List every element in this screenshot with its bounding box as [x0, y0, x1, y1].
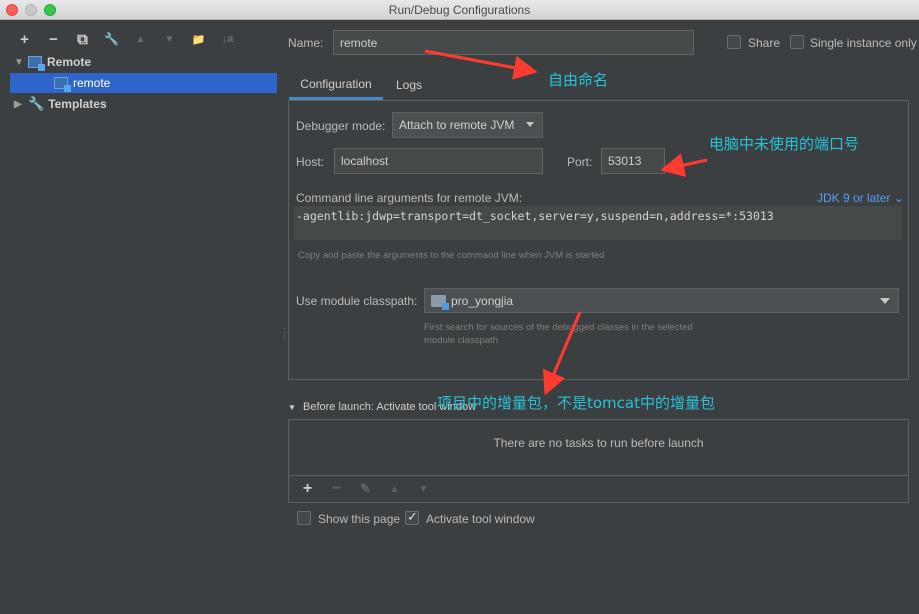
name-annotation-text: 自由命名 — [548, 71, 609, 89]
folder-icon[interactable]: 📁 — [184, 29, 213, 49]
host-label: Host: — [296, 155, 325, 169]
tab-configuration[interactable]: Configuration — [289, 70, 383, 100]
title-bar: Run/Debug Configurations — [0, 0, 919, 20]
debugger-mode-value: Attach to remote JVM — [399, 118, 515, 132]
single-instance-label: Single instance only — [810, 36, 917, 50]
activate-tool-window-checkbox[interactable] — [405, 509, 419, 525]
module-classpath-hint-line1: First search for sources of the debugged… — [424, 322, 693, 333]
remove-task-button[interactable]: − — [322, 480, 351, 498]
move-down-button[interactable]: ▼ — [155, 29, 184, 49]
module-classpath-select[interactable]: pro_yongjia — [424, 288, 899, 313]
port-input[interactable]: 53013 — [601, 148, 665, 174]
move-task-up-button[interactable]: ▲ — [380, 484, 409, 495]
activate-tool-window-label: Activate tool window — [426, 512, 535, 526]
tree-node-remote-config[interactable]: remote — [10, 73, 277, 93]
show-page-label: Show this page — [318, 512, 401, 526]
module-classpath-hint-line2: module classpath — [424, 335, 498, 346]
tree-node-label: Remote — [47, 55, 92, 69]
edit-task-pencil-icon[interactable]: ✎ — [351, 481, 380, 497]
share-checkbox[interactable] — [727, 35, 741, 49]
module-classpath-value: pro_yongjia — [451, 293, 514, 308]
single-instance-checkbox[interactable] — [790, 35, 804, 49]
collapse-arrow-icon[interactable]: ▼ — [288, 403, 296, 412]
before-launch-toolbar: + − ✎ ▲ ▼ — [288, 475, 909, 503]
window-title: Run/Debug Configurations — [388, 3, 531, 17]
config-tree: ▼ Remote remote ▶ 🔧 Templates — [10, 52, 277, 614]
show-page-checkbox[interactable] — [297, 511, 311, 525]
tree-node-label: remote — [73, 76, 111, 90]
before-launch-task-list: There are no tasks to run before launch — [288, 419, 909, 475]
add-config-button[interactable]: + — [10, 29, 39, 49]
port-annotation-text: 电脑中未使用的端口号 — [709, 135, 860, 153]
cmd-args-hint: Copy and paste the arguments to the comm… — [298, 250, 605, 261]
chevron-down-icon — [880, 297, 890, 304]
tree-node-templates[interactable]: ▶ 🔧 Templates — [14, 94, 277, 114]
copy-config-button[interactable]: ⧉ — [68, 29, 97, 49]
wrench-icon: 🔧 — [28, 96, 45, 111]
debugger-mode-label: Debugger mode: — [296, 119, 386, 133]
share-label: Share — [748, 36, 781, 50]
remote-config-icon — [28, 56, 45, 71]
port-label: Port: — [567, 155, 593, 169]
classpath-annotation-text: 项目中的增量包，不是tomcat中的增量包 — [437, 394, 715, 412]
before-launch-empty-text: There are no tasks to run before launch — [493, 436, 704, 450]
cmd-args-label: Command line arguments for remote JVM: — [296, 191, 523, 205]
wrench-icon[interactable]: 🔧 — [97, 29, 126, 49]
debugger-mode-select[interactable]: Attach to remote JVM — [392, 112, 543, 138]
add-task-button[interactable]: + — [293, 480, 322, 498]
remove-config-button[interactable]: − — [39, 29, 68, 49]
tree-node-label: Templates — [48, 97, 107, 111]
cmd-args-text[interactable]: -agentlib:jdwp=transport=dt_socket,serve… — [294, 206, 902, 240]
name-input[interactable]: remote — [333, 30, 694, 55]
host-input[interactable]: localhost — [334, 148, 543, 174]
module-folder-icon — [431, 294, 449, 310]
move-task-down-button[interactable]: ▼ — [409, 484, 438, 495]
module-classpath-label: Use module classpath: — [296, 294, 418, 308]
tree-node-remote-group[interactable]: ▼ Remote — [14, 52, 277, 72]
jdk-version-link[interactable]: JDK 9 or later ⌄ — [817, 191, 904, 205]
config-toolbar: + − ⧉ 🔧 ▲ ▼ 📁 ↓a — [10, 28, 242, 50]
collapse-arrow-icon[interactable]: ▶ — [14, 99, 28, 110]
tab-logs[interactable]: Logs — [389, 70, 429, 100]
expand-arrow-icon[interactable]: ▼ — [14, 57, 28, 68]
sort-button[interactable]: ↓a — [213, 29, 242, 49]
name-label: Name: — [288, 36, 324, 50]
remote-config-icon — [54, 77, 71, 92]
move-up-button[interactable]: ▲ — [126, 29, 155, 49]
chevron-down-icon — [526, 122, 534, 127]
